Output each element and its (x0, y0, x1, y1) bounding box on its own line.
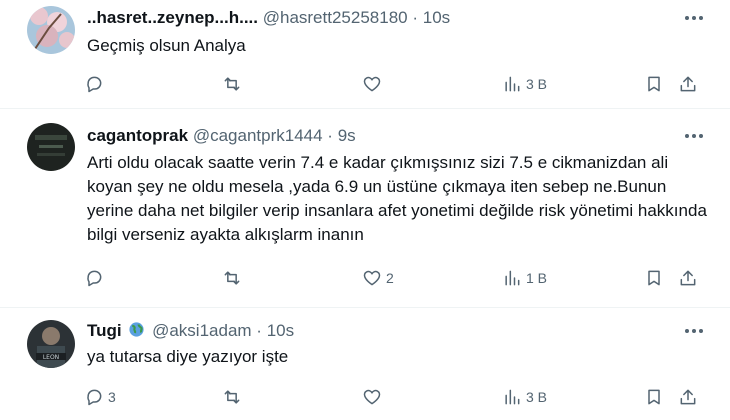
reply-button[interactable]: 3 (84, 383, 116, 411)
retweet-button[interactable] (222, 383, 246, 411)
reply-icon (87, 76, 102, 93)
views-count: 1 B (526, 270, 548, 286)
reply-button[interactable] (84, 70, 108, 98)
reply-button[interactable] (84, 264, 108, 292)
views-count: 3 B (526, 76, 548, 92)
views-button[interactable]: 3 B (502, 383, 547, 411)
tweet-header: ..hasret..zeynep...h.... @hasrett2525818… (87, 8, 450, 28)
like-count: 2 (386, 270, 394, 286)
views-chart-icon (505, 270, 520, 286)
like-button[interactable] (362, 383, 386, 411)
timestamp[interactable]: 10s (267, 321, 294, 340)
tweet-text: Arti oldu olacak saatte verin 7.4 e kada… (87, 153, 707, 244)
bookmark-button[interactable] (644, 383, 664, 411)
tweet-text: ya tutarsa diye yazıyor işte (87, 347, 289, 366)
tweet[interactable]: cagantoprak @cagantprk1444 · 9s Arti old… (0, 109, 730, 307)
share-icon (680, 76, 696, 92)
tweet-header: Tugi @aksi1adam · 10s (87, 321, 294, 343)
user-handle[interactable]: @aksi1adam (152, 321, 251, 340)
reply-icon (87, 389, 102, 406)
reply-icon (87, 270, 102, 287)
display-name[interactable]: ..hasret..zeynep...h.... (87, 8, 258, 27)
tweet-text: Geçmiş olsun Analya (87, 36, 246, 55)
like-button[interactable]: 2 (362, 264, 394, 292)
separator: · (256, 321, 262, 340)
avatar[interactable]: LEON (27, 320, 75, 368)
more-options-icon[interactable] (682, 126, 706, 146)
display-name[interactable]: cagantoprak (87, 126, 188, 145)
timestamp[interactable]: 10s (423, 8, 450, 27)
tweet-actions: 3 3 B (78, 383, 708, 411)
cherry-blossom-avatar-icon (27, 6, 75, 54)
leon-avatar-icon: LEON (27, 320, 75, 368)
tweet-actions: 3 B (78, 70, 708, 98)
retweet-button[interactable] (222, 70, 246, 98)
views-chart-icon (505, 76, 520, 92)
heart-icon (363, 270, 381, 286)
reply-count: 3 (108, 389, 116, 405)
tweet[interactable]: LEON Tugi @aksi1adam · 10s ya tutarsa di… (0, 308, 730, 420)
svg-text:LEON: LEON (43, 354, 59, 361)
share-button[interactable] (678, 70, 698, 98)
tweet[interactable]: ..hasret..zeynep...h.... @hasrett2525818… (0, 0, 730, 108)
user-handle[interactable]: @cagantprk1444 (193, 126, 323, 145)
bookmark-icon (648, 270, 660, 286)
more-options-icon[interactable] (682, 321, 706, 341)
share-button[interactable] (678, 383, 698, 411)
more-options-icon[interactable] (682, 8, 706, 28)
retweet-button[interactable] (222, 264, 246, 292)
bookmark-button[interactable] (644, 70, 664, 98)
avatar[interactable] (27, 123, 75, 171)
views-button[interactable]: 1 B (502, 264, 547, 292)
tweet-actions: 2 1 B (78, 264, 708, 292)
views-button[interactable]: 3 B (502, 70, 547, 98)
bookmark-icon (648, 76, 660, 92)
like-button[interactable] (362, 70, 386, 98)
separator: · (327, 126, 333, 145)
share-button[interactable] (678, 264, 698, 292)
share-icon (680, 389, 696, 405)
share-icon (680, 270, 696, 286)
user-handle[interactable]: @hasrett25258180 (263, 8, 408, 27)
retweet-icon (224, 390, 240, 404)
avatar[interactable] (27, 6, 75, 54)
tweet-header: cagantoprak @cagantprk1444 · 9s (87, 126, 356, 146)
heart-icon (363, 389, 381, 405)
globe-emoji-icon (128, 321, 145, 343)
timestamp[interactable]: 9s (338, 126, 356, 145)
views-count: 3 B (526, 389, 548, 405)
dark-avatar-icon (27, 123, 75, 171)
separator: · (412, 8, 419, 27)
display-name[interactable]: Tugi (87, 321, 122, 340)
views-chart-icon (505, 389, 520, 405)
bookmark-icon (648, 389, 660, 405)
bookmark-button[interactable] (644, 264, 664, 292)
retweet-icon (224, 271, 240, 285)
heart-icon (363, 76, 381, 92)
retweet-icon (224, 77, 240, 91)
